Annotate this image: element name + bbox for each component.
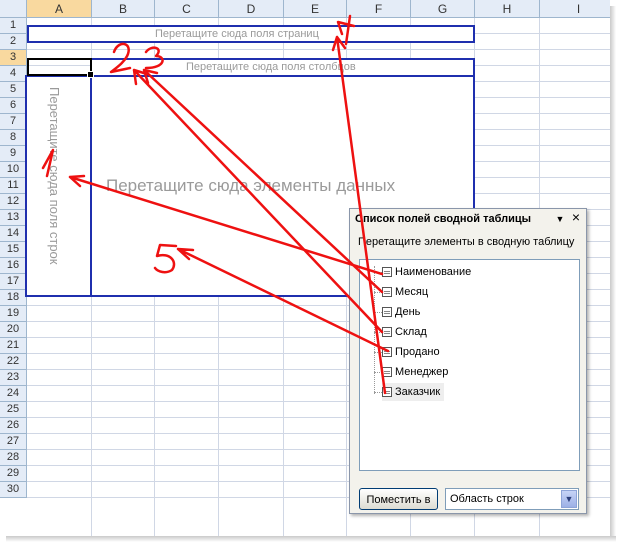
annotation-layer bbox=[41, 14, 390, 395]
annotation-arrow-row-area bbox=[68, 174, 384, 276]
annotation-arrow-column-area-1 bbox=[132, 68, 384, 334]
annotation-digit-3 bbox=[144, 46, 164, 70]
annotation-arrow-data-area bbox=[176, 247, 390, 353]
annotation-digit-5 bbox=[153, 243, 178, 274]
annotation-digit-1 bbox=[41, 148, 55, 178]
annotation-arrow-page-area bbox=[331, 35, 387, 395]
annotation-digit-2 bbox=[109, 42, 132, 74]
